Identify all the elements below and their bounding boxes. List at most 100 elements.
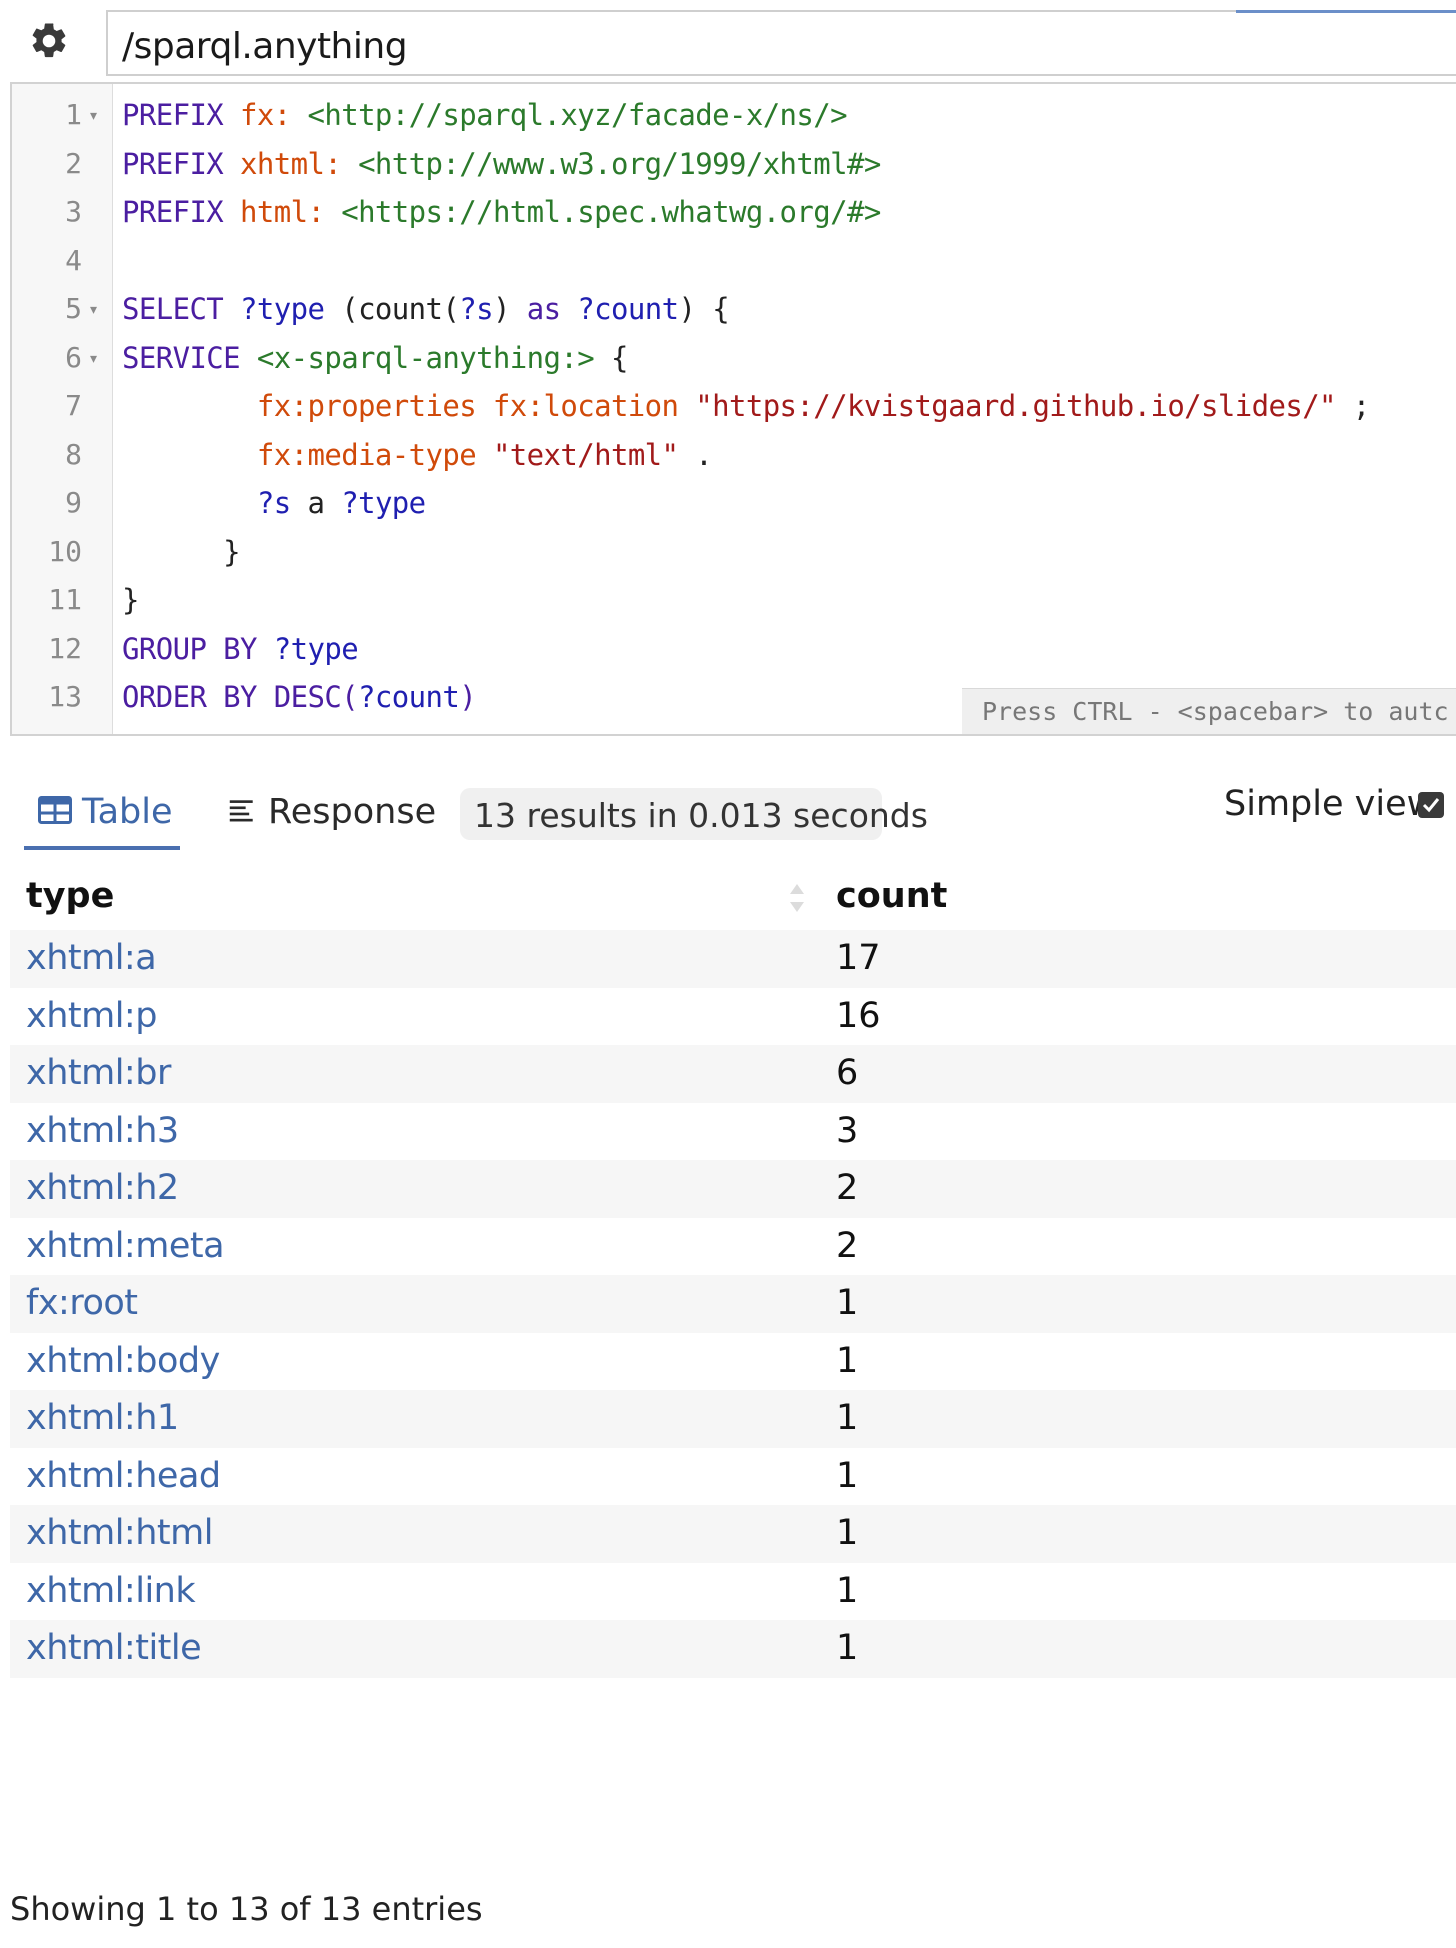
- code-line[interactable]: 10 }: [12, 527, 1456, 575]
- code-token: ?type: [341, 486, 426, 520]
- code-token: fx:: [240, 98, 308, 132]
- code-line[interactable]: 5 ▾ SELECT ?type (count(?s) as ?count) {: [12, 284, 1456, 332]
- results-summary-text: 13 results in 0.013 seconds: [474, 796, 928, 835]
- type-link[interactable]: xhtml:br: [26, 1053, 171, 1093]
- type-link[interactable]: xhtml:meta: [26, 1226, 225, 1266]
- type-link[interactable]: fx:root: [26, 1283, 138, 1323]
- type-link[interactable]: xhtml:h3: [26, 1111, 179, 1151]
- table-header: type count: [10, 868, 1456, 930]
- code-text: ORDER BY DESC(?count): [122, 680, 477, 714]
- code-token: "text/html": [492, 437, 696, 472]
- code-line[interactable]: 3 PREFIX html: <https://html.spec.whatwg.…: [12, 187, 1456, 235]
- code-token: ;: [1352, 389, 1370, 423]
- table-row: xhtml:h3 3: [10, 1103, 1456, 1161]
- results-summary: 13 results in 0.013 seconds: [460, 788, 928, 840]
- count-cell: 16: [836, 995, 881, 1036]
- tab-response[interactable]: Response: [218, 786, 438, 846]
- code-token: ): [459, 680, 477, 714]
- code-token: <http://www.w3.org/1999/xhtml#>: [358, 146, 881, 181]
- count-cell: 1: [836, 1283, 859, 1323]
- code-token: a: [307, 486, 342, 520]
- table-row: xhtml:a 17: [10, 930, 1456, 988]
- line-number: 2: [65, 146, 82, 180]
- focus-indicator: [1236, 10, 1456, 13]
- line-number: 1: [65, 98, 82, 131]
- table-row: xhtml:p 16: [10, 988, 1456, 1046]
- code-token: ?count: [358, 680, 460, 714]
- code-token: ?count: [577, 292, 679, 326]
- fold-toggle-icon[interactable]: ▾: [90, 302, 97, 318]
- type-link[interactable]: xhtml:a: [26, 938, 157, 978]
- line-number: 4: [65, 243, 82, 277]
- code-token: }: [122, 583, 139, 617]
- code-token: PREFIX: [122, 195, 241, 229]
- code-token: ?s: [256, 486, 308, 520]
- code-token: html:: [240, 195, 342, 229]
- count-cell: 1: [836, 1513, 859, 1553]
- code-line[interactable]: 12 GROUP BY ?type: [12, 624, 1456, 672]
- line-number: 5: [65, 292, 82, 325]
- column-header-type[interactable]: type: [26, 876, 114, 916]
- fold-toggle-icon[interactable]: ▾: [90, 108, 97, 124]
- table-row: xhtml:br 6: [10, 1045, 1456, 1103]
- code-text: fx:properties fx:location "https://kvist…: [122, 389, 1370, 423]
- code-token: as: [526, 292, 578, 326]
- count-cell: 1: [836, 1398, 859, 1438]
- code-line[interactable]: 9 ?s a ?type: [12, 478, 1456, 526]
- type-link[interactable]: xhtml:h1: [26, 1398, 179, 1438]
- type-link[interactable]: xhtml:link: [26, 1571, 196, 1611]
- endpoint-url[interactable]: /sparql.anything: [122, 26, 408, 67]
- code-token: }: [122, 534, 241, 569]
- count-cell: 1: [836, 1455, 859, 1496]
- code-line[interactable]: 7 fx:properties fx:location "https://kvi…: [12, 381, 1456, 429]
- code-token: (count(: [341, 292, 460, 326]
- table-row: fx:root 1: [10, 1275, 1456, 1333]
- line-number: 8: [65, 437, 82, 471]
- table-row: xhtml:head 1: [10, 1448, 1456, 1506]
- code-token: ORDER BY DESC(: [122, 680, 359, 714]
- line-number: 3: [65, 195, 82, 228]
- code-line[interactable]: 8 fx:media-type "text/html" .: [12, 430, 1456, 478]
- code-token: fx:properties fx:location: [256, 389, 696, 423]
- type-link[interactable]: xhtml:body: [26, 1341, 220, 1381]
- code-line[interactable]: 1 ▾ PREFIX fx: <http://sparql.xyz/facade-x…: [12, 90, 1456, 138]
- type-link[interactable]: xhtml:title: [26, 1628, 202, 1668]
- code-token: <x-sparql-anything:>: [256, 340, 611, 375]
- column-header-count[interactable]: count: [836, 876, 947, 916]
- tab-table[interactable]: Table: [24, 786, 180, 850]
- type-link[interactable]: xhtml:html: [26, 1513, 213, 1553]
- gear-icon[interactable]: [28, 20, 70, 62]
- code-token: ?type: [240, 292, 342, 326]
- query-editor[interactable]: 1 ▾ PREFIX fx: <http://sparql.xyz/facade-x…: [10, 82, 1456, 736]
- count-cell: 1: [836, 1340, 859, 1381]
- code-line[interactable]: 11}: [12, 575, 1456, 623]
- code-text: SELECT ?type (count(?s) as ?count) {: [122, 292, 730, 326]
- line-number: 13: [48, 680, 82, 713]
- code-token: ?s: [459, 292, 493, 326]
- autocomplete-hint-text: Press CTRL - <spacebar> to autc: [982, 697, 1449, 726]
- table-row: xhtml:html 1: [10, 1505, 1456, 1563]
- count-cell: 1: [836, 1628, 859, 1668]
- type-link[interactable]: xhtml:head: [26, 1456, 221, 1496]
- code-token: ): [492, 292, 527, 326]
- line-number: 7: [65, 389, 82, 422]
- code-line[interactable]: 4: [12, 236, 1456, 284]
- code-token: fx:media-type: [256, 437, 493, 472]
- type-link[interactable]: xhtml:h2: [26, 1168, 179, 1208]
- code-line[interactable]: 6 ▾ SERVICE <x-sparql-anything:> {: [12, 333, 1456, 381]
- endpoint-input[interactable]: /sparql.anything: [106, 10, 1456, 76]
- code-line[interactable]: 2 PREFIX xhtml: <http://www.w3.org/1999/x…: [12, 139, 1456, 187]
- table-row: xhtml:body 1: [10, 1333, 1456, 1391]
- code-token: PREFIX: [122, 98, 241, 132]
- sort-icon[interactable]: [786, 880, 808, 916]
- line-number: 10: [48, 534, 82, 568]
- code-token: PREFIX: [122, 146, 241, 181]
- fold-toggle-icon[interactable]: ▾: [90, 351, 97, 367]
- code-token: ) {: [678, 292, 730, 326]
- code-token: "https://kvistgaard.github.io/slides/": [695, 389, 1353, 423]
- table-row: xhtml:meta 2: [10, 1218, 1456, 1276]
- line-number: 9: [65, 486, 82, 519]
- type-link[interactable]: xhtml:p: [26, 996, 157, 1036]
- simple-view-checkbox[interactable]: [1418, 792, 1444, 818]
